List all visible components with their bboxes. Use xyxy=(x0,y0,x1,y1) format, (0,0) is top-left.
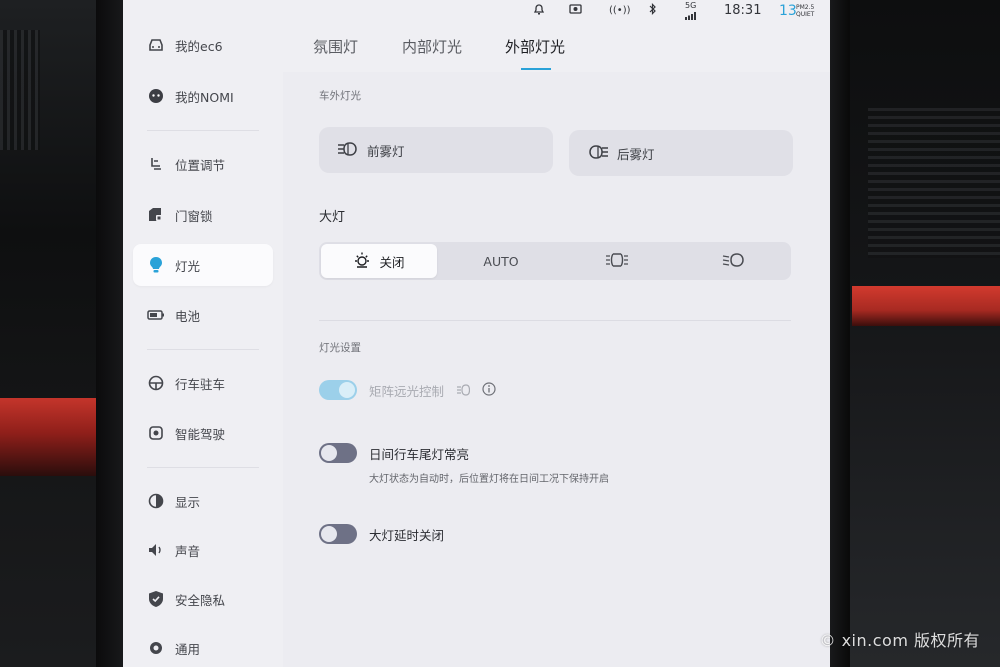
headlight-option-position[interactable] xyxy=(559,242,675,280)
infotainment-screen: 我的ec6 我的NOMI 位置调节 门窗锁 灯光 电池 行车驻车 智能驾驶 显示… xyxy=(123,0,830,667)
door-lock-icon xyxy=(147,206,165,224)
sidebar-item-display[interactable]: 显示 xyxy=(133,480,273,522)
lighting-tabs: ((•)) 5G 18:31 13 PM2.5 QUIET 氛围灯 内部灯光 外… xyxy=(283,0,830,72)
exterior-lights-section-label: 车外灯光 xyxy=(319,90,361,102)
drl-tail-toggle[interactable] xyxy=(319,443,357,463)
high-beam-icon xyxy=(456,381,471,400)
ambient-trim-right xyxy=(852,286,1000,326)
aqi-value: 13 xyxy=(779,3,797,19)
sidebar-item-lighting[interactable]: 灯光 xyxy=(133,244,273,286)
battery-icon xyxy=(147,306,165,324)
front-fog-light-button[interactable]: 前雾灯 xyxy=(319,127,553,173)
aqi-label: PM2.5 xyxy=(796,4,815,11)
sidebar-item-label: 行车驻车 xyxy=(175,376,226,392)
air-vent-left xyxy=(0,30,40,150)
car-icon xyxy=(147,36,165,54)
ambient-trim-left xyxy=(0,398,96,476)
tab-ambient-light[interactable]: 氛围灯 xyxy=(313,36,358,57)
matrix-beam-toggle[interactable] xyxy=(319,380,357,400)
headlight-option-off[interactable]: 关闭 xyxy=(321,244,437,278)
bulb-icon xyxy=(147,256,165,274)
headlight-option-label: 关闭 xyxy=(379,254,405,270)
dashcam-icon[interactable] xyxy=(569,3,585,19)
matrix-beam-setting: 矩阵远光控制 xyxy=(319,380,496,400)
sidebar-item-general[interactable]: 通用 xyxy=(133,627,273,667)
sidebar-item-label: 我的NOMI xyxy=(175,89,234,105)
shield-icon xyxy=(147,590,165,608)
toggle-knob xyxy=(321,526,337,542)
sidebar-divider xyxy=(147,467,259,468)
tab-active-indicator xyxy=(521,68,551,70)
screen-bezel-right xyxy=(828,0,850,667)
position-light-icon xyxy=(605,252,629,271)
sidebar-item-my-nomi[interactable]: 我的NOMI xyxy=(133,75,273,117)
assist-driving-icon xyxy=(147,424,165,442)
sidebar-item-label: 灯光 xyxy=(175,258,201,274)
sidebar-item-sound[interactable]: 声音 xyxy=(133,529,273,571)
sidebar-item-label: 通用 xyxy=(175,641,201,657)
headlights-heading: 大灯 xyxy=(319,210,346,225)
matrix-beam-label: 矩阵远光控制 xyxy=(369,383,445,399)
rear-fog-light-button[interactable]: 后雾灯 xyxy=(569,130,793,176)
light-settings-section-label: 灯光设置 xyxy=(319,342,361,354)
sidebar-item-driving[interactable]: 行车驻车 xyxy=(133,362,273,404)
front-fog-light-label: 前雾灯 xyxy=(367,143,405,159)
headlight-delay-toggle[interactable] xyxy=(319,524,357,544)
settings-sidebar: 我的ec6 我的NOMI 位置调节 门窗锁 灯光 电池 行车驻车 智能驾驶 显示… xyxy=(123,0,283,667)
sidebar-item-label: 我的ec6 xyxy=(175,38,223,54)
headlight-option-low-beam[interactable] xyxy=(675,242,791,280)
front-fog-light-icon xyxy=(337,141,359,160)
sidebar-divider xyxy=(147,130,259,131)
clock: 18:31 xyxy=(724,3,762,18)
speaker-icon xyxy=(147,541,165,559)
sidebar-item-door-lock[interactable]: 门窗锁 xyxy=(133,194,273,236)
rear-fog-light-icon xyxy=(587,144,609,163)
toggle-knob xyxy=(321,445,337,461)
bell-icon[interactable] xyxy=(533,3,545,19)
sidebar-item-label: 位置调节 xyxy=(175,157,226,173)
tab-interior-light[interactable]: 内部灯光 xyxy=(402,36,462,57)
bluetooth-icon xyxy=(649,3,657,19)
display-icon xyxy=(147,492,165,510)
status-bar: ((•)) 5G 18:31 13 PM2.5 QUIET xyxy=(283,0,830,24)
rear-fog-light-label: 后雾灯 xyxy=(617,146,655,162)
sidebar-item-label: 声音 xyxy=(175,543,201,559)
headlight-mode-selector: 关闭 AUTO xyxy=(319,242,791,280)
wireless-icon: ((•)) xyxy=(609,5,631,16)
sidebar-item-my-ec6[interactable]: 我的ec6 xyxy=(133,24,273,66)
drl-tail-label: 日间行车尾灯常亮 xyxy=(369,446,470,462)
air-vent-right xyxy=(868,108,1000,258)
sidebar-item-assist-driving[interactable]: 智能驾驶 xyxy=(133,412,273,454)
steering-wheel-icon xyxy=(147,374,165,392)
sidebar-item-battery[interactable]: 电池 xyxy=(133,294,273,336)
sidebar-item-label: 门窗锁 xyxy=(175,208,213,224)
sidebar-item-label: 安全隐私 xyxy=(175,592,226,608)
toggle-knob xyxy=(339,382,355,398)
section-divider xyxy=(319,320,791,321)
tab-exterior-light[interactable]: 外部灯光 xyxy=(505,36,565,57)
lighting-settings-panel: ((•)) 5G 18:31 13 PM2.5 QUIET 氛围灯 内部灯光 外… xyxy=(283,0,830,667)
low-beam-icon xyxy=(722,252,744,271)
sidebar-divider xyxy=(147,349,259,350)
signal-bars-icon xyxy=(685,9,697,24)
sidebar-item-label: 电池 xyxy=(175,308,201,324)
info-icon[interactable] xyxy=(482,381,496,400)
watermark: © xin.com 版权所有 xyxy=(819,631,980,650)
headlight-option-auto[interactable]: AUTO xyxy=(443,242,559,280)
drl-tail-setting: 日间行车尾灯常亮 xyxy=(319,443,469,463)
sidebar-item-privacy[interactable]: 安全隐私 xyxy=(133,578,273,620)
aqi-quiet: QUIET xyxy=(796,11,815,18)
sidebar-item-label: 智能驾驶 xyxy=(175,426,226,442)
headlight-option-label: AUTO xyxy=(483,253,519,269)
drl-tail-description: 大灯状态为自动时，后位置灯将在日间工况下保持开启 xyxy=(369,474,609,485)
headlight-delay-setting: 大灯延时关闭 xyxy=(319,524,444,544)
nomi-icon xyxy=(147,87,165,105)
sun-off-icon xyxy=(353,251,371,272)
sidebar-item-label: 显示 xyxy=(175,494,201,510)
sidebar-item-seat[interactable]: 位置调节 xyxy=(133,143,273,185)
headlight-delay-label: 大灯延时关闭 xyxy=(369,527,445,543)
gear-icon xyxy=(147,639,165,657)
seat-icon xyxy=(147,155,165,173)
car-interior-right xyxy=(828,0,1000,667)
